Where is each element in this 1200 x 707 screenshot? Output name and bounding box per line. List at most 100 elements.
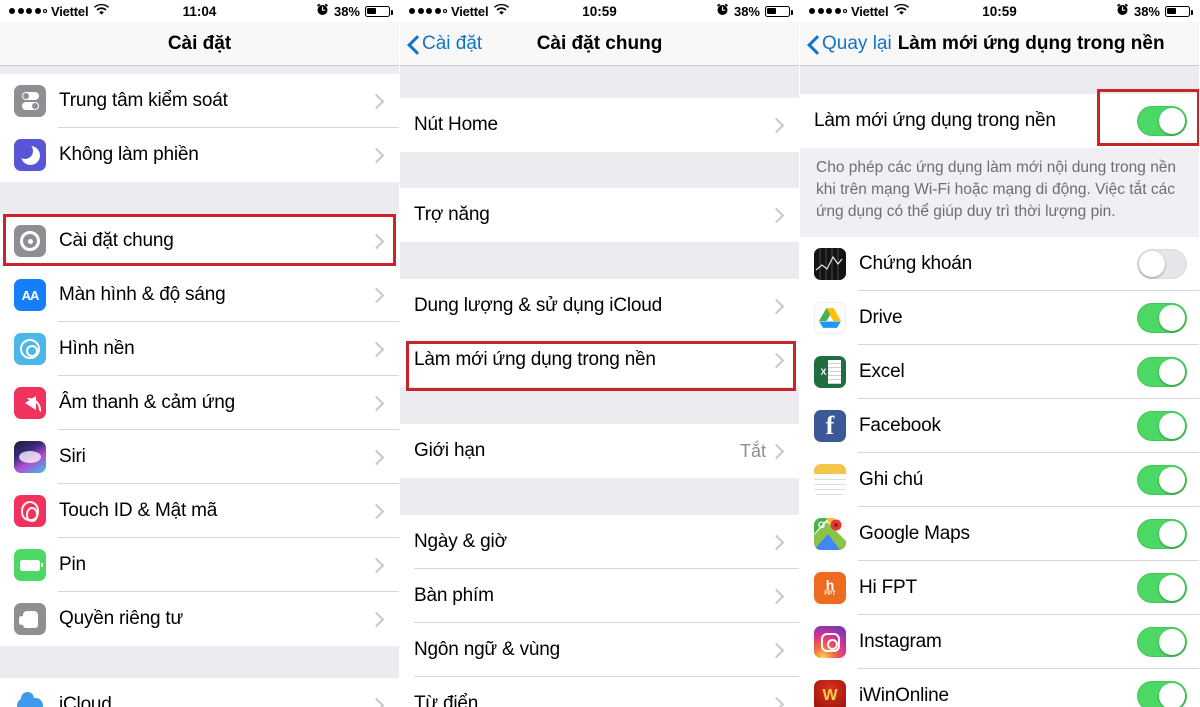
list-item-notes[interactable]: Ghi chú [800,453,1199,507]
list-item-iwinonline[interactable]: W iWinOnline [800,669,1199,707]
list-item-excel[interactable]: X Excel [800,345,1199,399]
group-gap [0,646,399,678]
sidebar-item-display-brightness[interactable]: AA Màn hình & độ sáng [0,268,399,322]
list-item-facebook[interactable]: f Facebook [800,399,1199,453]
group-gap [400,152,799,188]
status-bar: Viettel 11:04 38% [0,0,399,22]
list-item-keyboard[interactable]: Bàn phím [400,569,799,623]
master-toggle-label: Làm mới ứng dụng trong nền [814,110,1056,131]
sidebar-item-siri[interactable]: Siri [0,430,399,484]
list-item-accessibility[interactable]: Trợ năng [400,188,799,242]
group-gap [0,66,399,74]
sounds-haptics-icon [14,387,46,419]
sidebar-item-privacy[interactable]: Quyền riêng tư [0,592,399,646]
back-button[interactable]: Cài đặt [408,33,482,55]
nav-bar: Cài đặt [0,22,399,66]
chevron-right-icon [372,94,385,108]
app-refresh-toggle[interactable] [1137,249,1187,279]
app-refresh-toggle[interactable] [1137,573,1187,603]
list-item-label: Google Maps [859,523,970,544]
chevron-right-icon [372,558,385,572]
group-gap [800,66,1199,94]
list-item-label: Ghi chú [859,469,924,490]
sidebar-item-touch-id[interactable]: Touch ID & Mật mã [0,484,399,538]
app-refresh-toggle[interactable] [1137,681,1187,707]
list-item-label: Hi FPT [859,577,917,598]
page-title: Làm mới ứng dụng trong nền [897,32,1165,54]
chevron-right-icon [772,353,785,367]
sidebar-item-do-not-disturb[interactable]: Không làm phiền [0,128,399,182]
app-refresh-toggle[interactable] [1137,519,1187,549]
sidebar-item-general[interactable]: Cài đặt chung [0,214,399,268]
list-item-restrictions[interactable]: Giới hạn Tắt [400,424,799,478]
carrier-name: Viettel [451,3,489,19]
svg-text:G: G [818,520,825,530]
group-gap [0,182,399,214]
list-item-google-maps[interactable]: G Google Maps [800,507,1199,561]
chevron-right-icon [772,444,785,458]
stocks-icon [814,248,846,280]
list-item-label: Chứng khoán [859,253,972,274]
battery-percent: 38% [733,3,760,19]
general-settings-icon [14,225,46,257]
list-item-language-region[interactable]: Ngôn ngữ & vùng [400,623,799,677]
google-drive-icon [814,302,846,334]
notes-icon [814,464,846,496]
chevron-right-icon [772,697,785,707]
sidebar-item-sounds[interactable]: Âm thanh & cảm ứng [0,376,399,430]
sidebar-item-control-center[interactable]: Trung tâm kiểm soát [0,74,399,128]
chevron-right-icon [772,535,785,549]
app-refresh-toggle[interactable] [1137,411,1187,441]
nav-bar: Quay lại Làm mới ứng dụng trong nền [800,22,1199,66]
app-refresh-toggle[interactable] [1137,303,1187,333]
wifi-icon [94,3,110,19]
sidebar-item-icloud[interactable]: iCloud [0,678,399,707]
iwinonline-icon: W [814,680,846,707]
background-app-refresh-toggle[interactable] [1137,106,1187,136]
chevron-left-icon [408,35,419,53]
list-item-date-time[interactable]: Ngày & giờ [400,515,799,569]
list-item-dictionary[interactable]: Từ điển [400,677,799,707]
status-bar-left: Viettel [9,3,110,19]
control-center-icon [14,85,46,117]
list-item-home-button[interactable]: Nút Home [400,98,799,152]
status-bar-left: Viettel [809,3,910,19]
chevron-right-icon [372,396,385,410]
group-gap [400,387,799,424]
sidebar-item-wallpaper[interactable]: Hình nền [0,322,399,376]
chevron-right-icon [372,288,385,302]
battery-icon [14,549,46,581]
list-item-label: Trợ năng [414,204,490,225]
group-gap [400,242,799,279]
list-item-drive[interactable]: Drive [800,291,1199,345]
list-item-stocks[interactable]: Chứng khoán [800,237,1199,291]
touch-id-icon [14,495,46,527]
sidebar-item-battery[interactable]: Pin [0,538,399,592]
chevron-right-icon [372,450,385,464]
list-item-icloud-storage[interactable]: Dung lượng & sử dụng iCloud [400,279,799,333]
sidebar-item-label: Trung tâm kiểm soát [59,90,228,111]
section-description: Cho phép các ứng dụng làm mới nội dung t… [800,148,1199,237]
screen-background-app-refresh: Viettel 10:59 38% Quay lại Làm mới ứng d… [800,0,1200,707]
chevron-right-icon [372,504,385,518]
group-gap [400,478,799,515]
three-panel-screenshot-strip: Viettel 11:04 38% Cài đặt Trung tâm kiểm… [0,0,1200,707]
master-toggle-row[interactable]: Làm mới ứng dụng trong nền [800,94,1199,148]
list-item-instagram[interactable]: Instagram [800,615,1199,669]
chevron-right-icon [772,208,785,222]
google-maps-icon: G [814,518,846,550]
app-refresh-toggle[interactable] [1137,627,1187,657]
app-refresh-toggle[interactable] [1137,357,1187,387]
back-button[interactable]: Quay lại [808,33,892,55]
chevron-right-icon [372,342,385,356]
app-refresh-toggle[interactable] [1137,465,1187,495]
status-bar-right: 38% [316,3,393,19]
chevron-right-icon [372,234,385,248]
instagram-icon [814,626,846,658]
chevron-left-icon [808,35,819,53]
privacy-icon [14,603,46,635]
list-item-background-app-refresh[interactable]: Làm mới ứng dụng trong nền [400,333,799,387]
icloud-icon [14,689,46,707]
list-item-hi-fpt[interactable]: h FPT Hi FPT [800,561,1199,615]
sidebar-item-label: Âm thanh & cảm ứng [59,392,235,413]
